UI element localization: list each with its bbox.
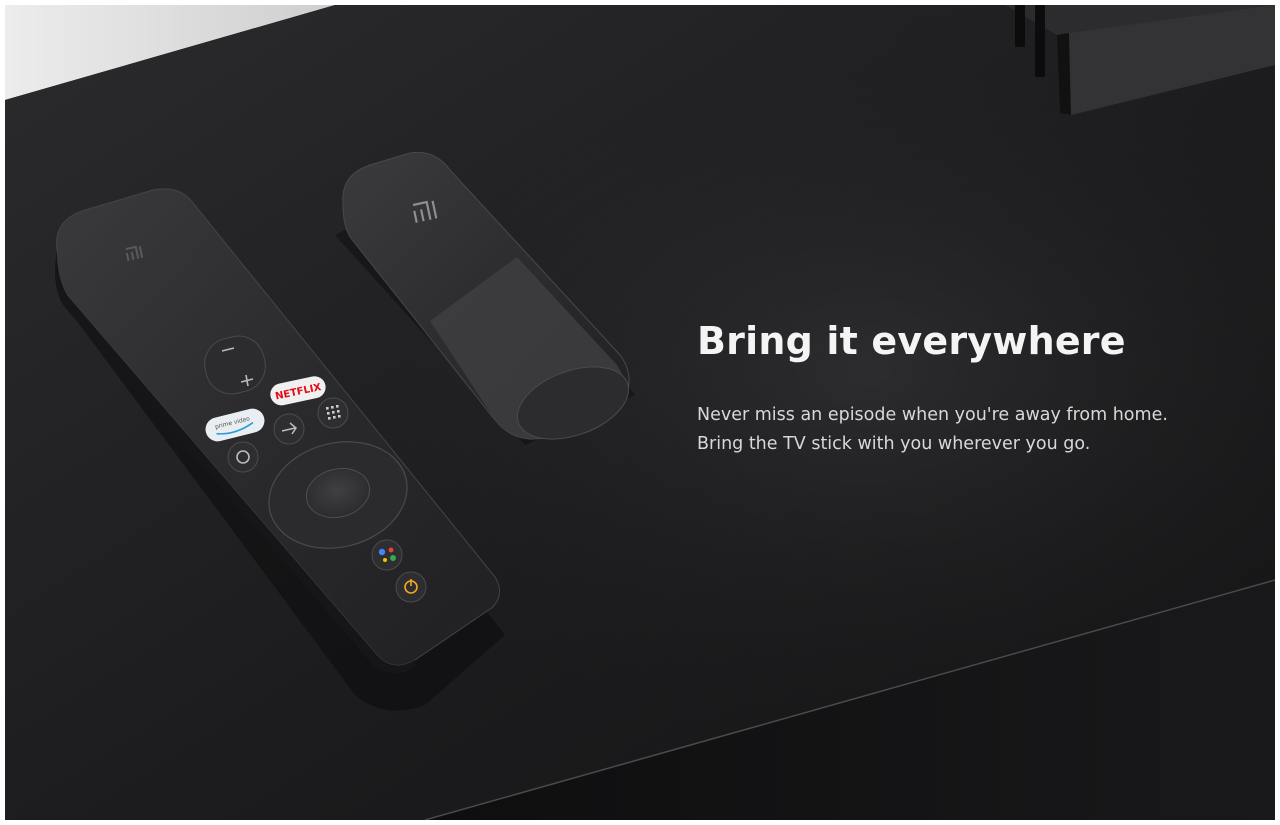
body-copy: Never miss an episode when you're away f…: [697, 401, 1168, 459]
body-line-1: Never miss an episode when you're away f…: [697, 405, 1168, 425]
assistant-icon[interactable]: [371, 539, 403, 571]
product-banner: NETFLIX prime video Bring it everywhere …: [5, 5, 1275, 820]
body-line-2: Bring the TV stick with you wherever you…: [697, 434, 1091, 454]
home-circle-icon[interactable]: [227, 441, 259, 473]
apps-grid-icon[interactable]: [317, 397, 349, 429]
headline: Bring it everywhere: [697, 319, 1126, 363]
power-icon[interactable]: [395, 571, 427, 603]
input-arrow-icon[interactable]: [273, 413, 305, 445]
